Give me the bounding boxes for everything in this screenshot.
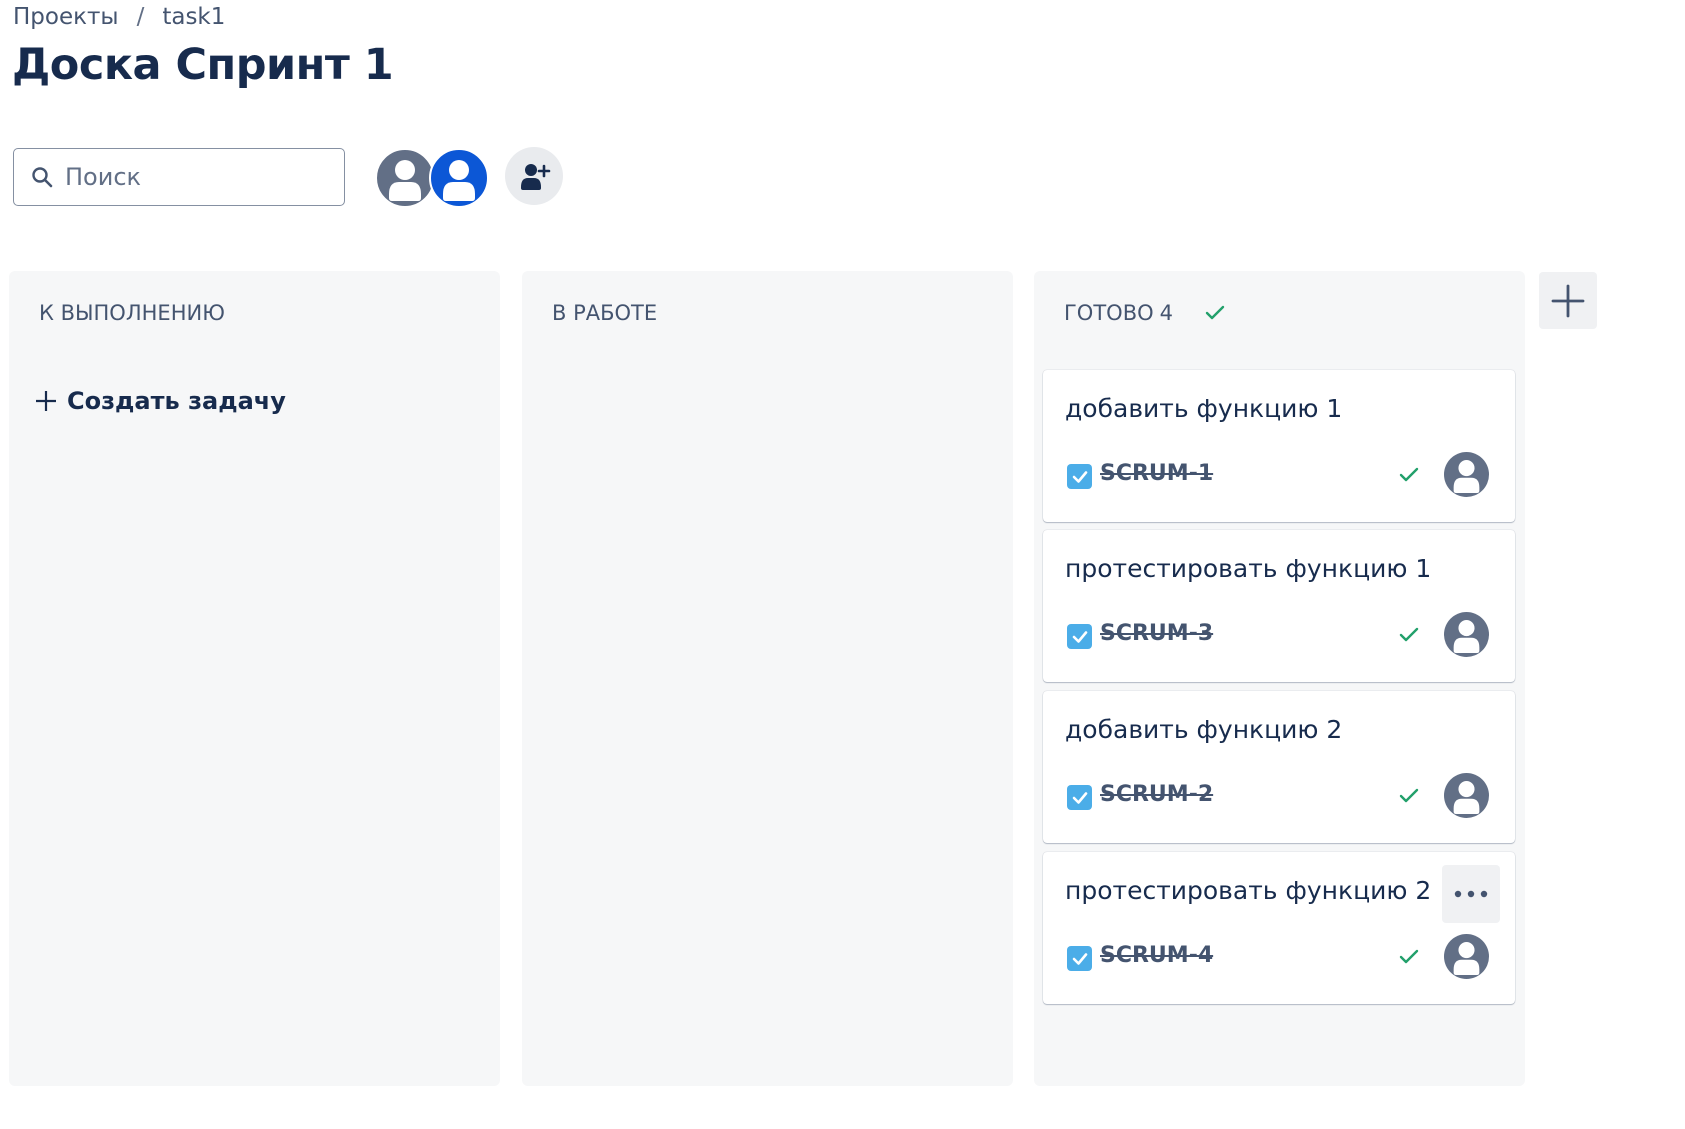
create-task-label: Создать задачу — [67, 387, 286, 415]
column-todo: К ВЫПОЛНЕНИЮ Создать задачу — [9, 271, 500, 1086]
column-in-progress: В РАБОТЕ — [522, 271, 1013, 1086]
user-icon — [1453, 460, 1480, 493]
page-title: Доска Спринт 1 — [12, 40, 394, 90]
breadcrumb-separator: / — [136, 4, 145, 30]
more-horizontal-icon — [1454, 890, 1488, 898]
issue-card[interactable]: добавить функцию 1 SCRUM-1 — [1043, 370, 1515, 522]
user-icon — [1453, 781, 1480, 814]
issue-card[interactable]: добавить функцию 2 SCRUM-2 — [1043, 691, 1515, 843]
issue-card-title: протестировать функцию 2 — [1065, 876, 1432, 905]
column-title: К ВЫПОЛНЕНИЮ — [39, 301, 225, 325]
issue-key[interactable]: SCRUM-3 — [1100, 621, 1213, 646]
create-task-button[interactable]: Создать задачу — [35, 387, 286, 415]
checkbox-icon — [1072, 952, 1087, 965]
assignee-avatar[interactable] — [1444, 452, 1489, 497]
assignee-avatar[interactable] — [1444, 773, 1489, 818]
check-icon — [1399, 467, 1419, 482]
card-more-actions-button[interactable] — [1442, 865, 1500, 923]
issue-key[interactable]: SCRUM-4 — [1100, 943, 1213, 968]
assignee-avatar[interactable] — [1444, 612, 1489, 657]
task-type-icon — [1067, 624, 1092, 649]
breadcrumb: Проекты / task1 — [13, 4, 225, 30]
task-type-icon — [1067, 785, 1092, 810]
plus-icon — [36, 391, 56, 411]
search-input[interactable] — [63, 162, 307, 192]
user-icon — [1453, 620, 1480, 653]
issue-card-title: добавить функцию 2 — [1065, 715, 1343, 744]
issue-card-title: добавить функцию 1 — [1065, 394, 1343, 423]
assignee-avatar[interactable] — [1444, 934, 1489, 979]
column-header: В РАБОТЕ — [552, 301, 657, 325]
task-type-icon — [1067, 946, 1092, 971]
add-people-button[interactable] — [505, 147, 563, 205]
column-header: ГОТОВО 4 — [1064, 301, 1225, 325]
issue-card[interactable]: протестировать функцию 2 SCRUM-4 — [1043, 852, 1515, 1004]
column-done: ГОТОВО 4 добавить функцию 1 SCRUM-1 прот… — [1034, 271, 1525, 1086]
board-page: Проекты / task1 Доска Спринт 1 Поиск К В… — [0, 0, 1685, 1129]
search-icon — [32, 167, 53, 188]
user-icon — [1453, 942, 1480, 975]
issue-card-title: протестировать функцию 1 — [1065, 554, 1432, 583]
avatar[interactable] — [375, 148, 435, 208]
column-title: В РАБОТЕ — [552, 301, 658, 325]
search-field[interactable] — [13, 148, 345, 206]
column-title: ГОТОВО — [1064, 301, 1154, 325]
user-icon — [443, 160, 475, 201]
checkbox-icon — [1072, 791, 1087, 804]
add-column-button[interactable] — [1539, 272, 1597, 329]
plus-icon — [1551, 284, 1585, 317]
issue-key[interactable]: SCRUM-1 — [1100, 461, 1213, 486]
checkbox-icon — [1072, 630, 1087, 643]
column-header: К ВЫПОЛНЕНИЮ — [39, 301, 225, 325]
issue-card[interactable]: протестировать функцию 1 SCRUM-3 — [1043, 530, 1515, 682]
breadcrumb-project-link[interactable]: task1 — [162, 4, 225, 30]
issue-key[interactable]: SCRUM-2 — [1100, 782, 1213, 807]
checkbox-icon — [1072, 470, 1087, 483]
avatar[interactable] — [429, 148, 489, 208]
breadcrumb-projects-link[interactable]: Проекты — [13, 4, 119, 30]
user-icon — [389, 160, 421, 201]
column-issue-count: 4 — [1159, 301, 1174, 325]
check-icon — [1399, 788, 1419, 803]
add-person-icon — [521, 164, 551, 190]
task-type-icon — [1067, 464, 1092, 489]
check-icon — [1205, 305, 1225, 320]
check-icon — [1399, 627, 1419, 642]
check-icon — [1399, 949, 1419, 964]
